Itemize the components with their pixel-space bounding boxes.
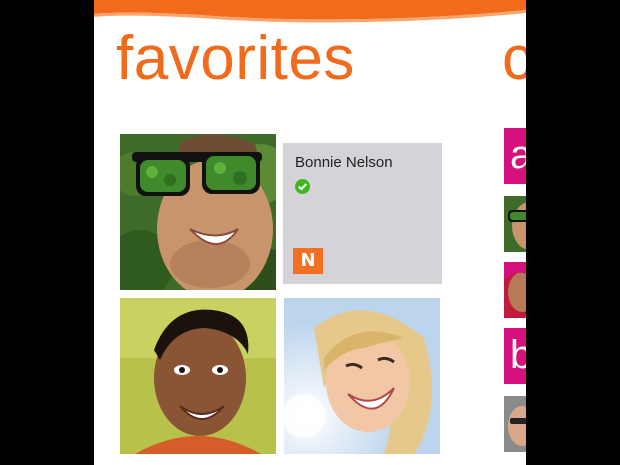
contact-thumbnail[interactable] bbox=[504, 396, 526, 452]
green-check-icon bbox=[295, 179, 310, 194]
favorite-tile-photo[interactable] bbox=[120, 298, 276, 454]
favorite-tile-contact-card[interactable]: Bonnie Nelson N bbox=[283, 143, 442, 284]
people-hub-screen: favorites c Bonnie Nelson N a b bbox=[94, 0, 526, 465]
contact-thumbnail[interactable] bbox=[504, 196, 526, 252]
favorite-tile-photo[interactable] bbox=[120, 134, 276, 290]
contact-photo bbox=[504, 262, 526, 318]
contact-name: Bonnie Nelson bbox=[295, 154, 393, 171]
index-letter-a[interactable]: a bbox=[504, 128, 526, 184]
contact-photo bbox=[120, 134, 276, 290]
contact-photo bbox=[120, 298, 276, 454]
contact-photo bbox=[504, 196, 526, 252]
service-badge-icon: N bbox=[293, 248, 323, 274]
contact-photo bbox=[504, 396, 526, 452]
next-section-title-peek[interactable]: c bbox=[502, 28, 526, 90]
favorite-tile-photo[interactable] bbox=[284, 298, 440, 454]
header-wave-decoration bbox=[94, 0, 526, 23]
index-letter-b[interactable]: b bbox=[504, 328, 526, 384]
page-title: favorites bbox=[116, 24, 355, 93]
contact-photo bbox=[284, 298, 440, 454]
contact-thumbnail[interactable] bbox=[504, 262, 526, 318]
